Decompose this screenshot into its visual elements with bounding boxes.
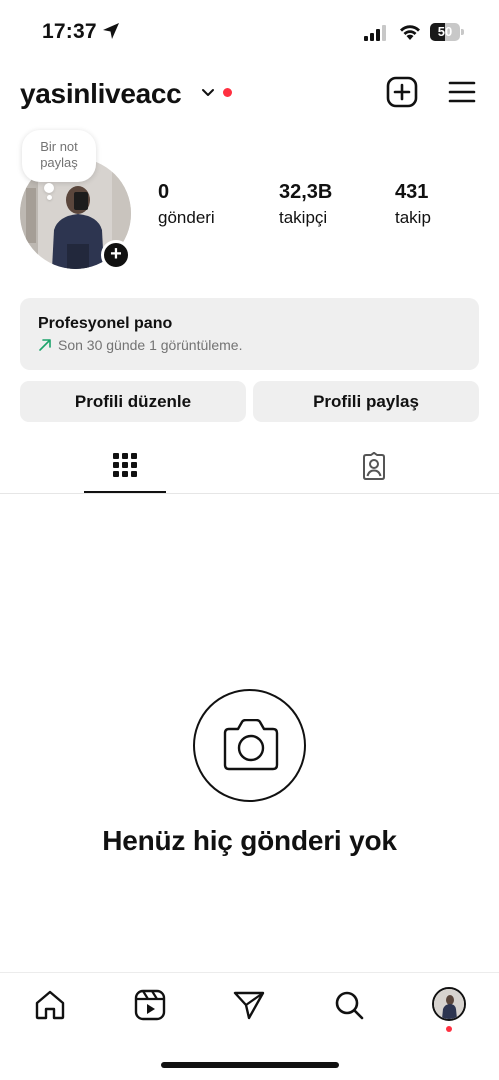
following-label: takip — [395, 208, 431, 227]
posts-label: gönderi — [158, 208, 215, 227]
dashboard-title: Profesyonel pano — [38, 315, 173, 332]
empty-state-title: Henüz hiç gönderi yok — [102, 825, 397, 856]
profile-notification-dot — [446, 1026, 452, 1032]
professional-dashboard[interactable]: Profesyonel pano Son 30 günde 1 görüntül… — [20, 298, 479, 370]
notification-dot — [223, 88, 232, 97]
tab-tagged[interactable] — [250, 436, 499, 494]
posts-stat[interactable]: 0 gönderi — [158, 181, 215, 228]
note-line-2: paylaş — [40, 155, 78, 170]
status-time: 17:37 — [42, 20, 97, 43]
bottom-nav — [0, 972, 499, 1042]
username-switcher[interactable]: yasinliveacc — [20, 78, 182, 110]
profile-tabs — [0, 436, 499, 494]
send-icon[interactable] — [233, 989, 265, 1021]
signal-icon — [364, 25, 386, 41]
profile-header: yasinliveacc — [0, 70, 499, 118]
profile-tab-avatar[interactable] — [432, 987, 466, 1021]
menu-icon[interactable] — [448, 80, 476, 104]
tagged-icon — [363, 452, 385, 480]
home-indicator — [161, 1062, 339, 1068]
home-icon[interactable] — [34, 989, 66, 1021]
note-bubble[interactable]: Bir not paylaş — [22, 130, 96, 182]
followers-stat[interactable]: 32,3B takipçi — [279, 181, 332, 228]
battery-level: 50 — [437, 24, 453, 39]
chevron-down-icon[interactable] — [201, 88, 215, 98]
dashboard-subtitle: Son 30 günde 1 görüntüleme. — [58, 337, 243, 353]
trend-up-icon — [39, 339, 51, 351]
note-tail-small — [47, 195, 52, 200]
note-line-1: Bir not — [40, 139, 78, 154]
following-stat[interactable]: 431 takip — [395, 181, 431, 228]
note-tail — [44, 183, 54, 193]
add-story-button[interactable]: + — [101, 240, 131, 270]
add-post-icon[interactable] — [386, 76, 418, 108]
location-arrow-icon — [103, 23, 119, 39]
followers-label: takipçi — [279, 208, 328, 227]
camera-icon — [223, 719, 279, 771]
posts-count: 0 — [158, 181, 170, 203]
active-tab-indicator — [84, 491, 166, 493]
tab-posts-grid[interactable] — [0, 436, 249, 494]
share-profile-button[interactable]: Profili paylaş — [253, 381, 479, 422]
wifi-icon — [400, 25, 420, 40]
empty-state-camera — [193, 689, 306, 802]
edit-profile-button[interactable]: Profili düzenle — [20, 381, 246, 422]
reels-icon[interactable] — [134, 989, 166, 1021]
battery-icon: 50 — [430, 23, 464, 41]
following-count: 431 — [395, 181, 429, 203]
status-bar: 17:37 50 — [0, 0, 499, 64]
search-icon[interactable] — [333, 989, 365, 1021]
followers-count: 32,3B — [279, 181, 333, 203]
grid-icon — [113, 453, 137, 477]
